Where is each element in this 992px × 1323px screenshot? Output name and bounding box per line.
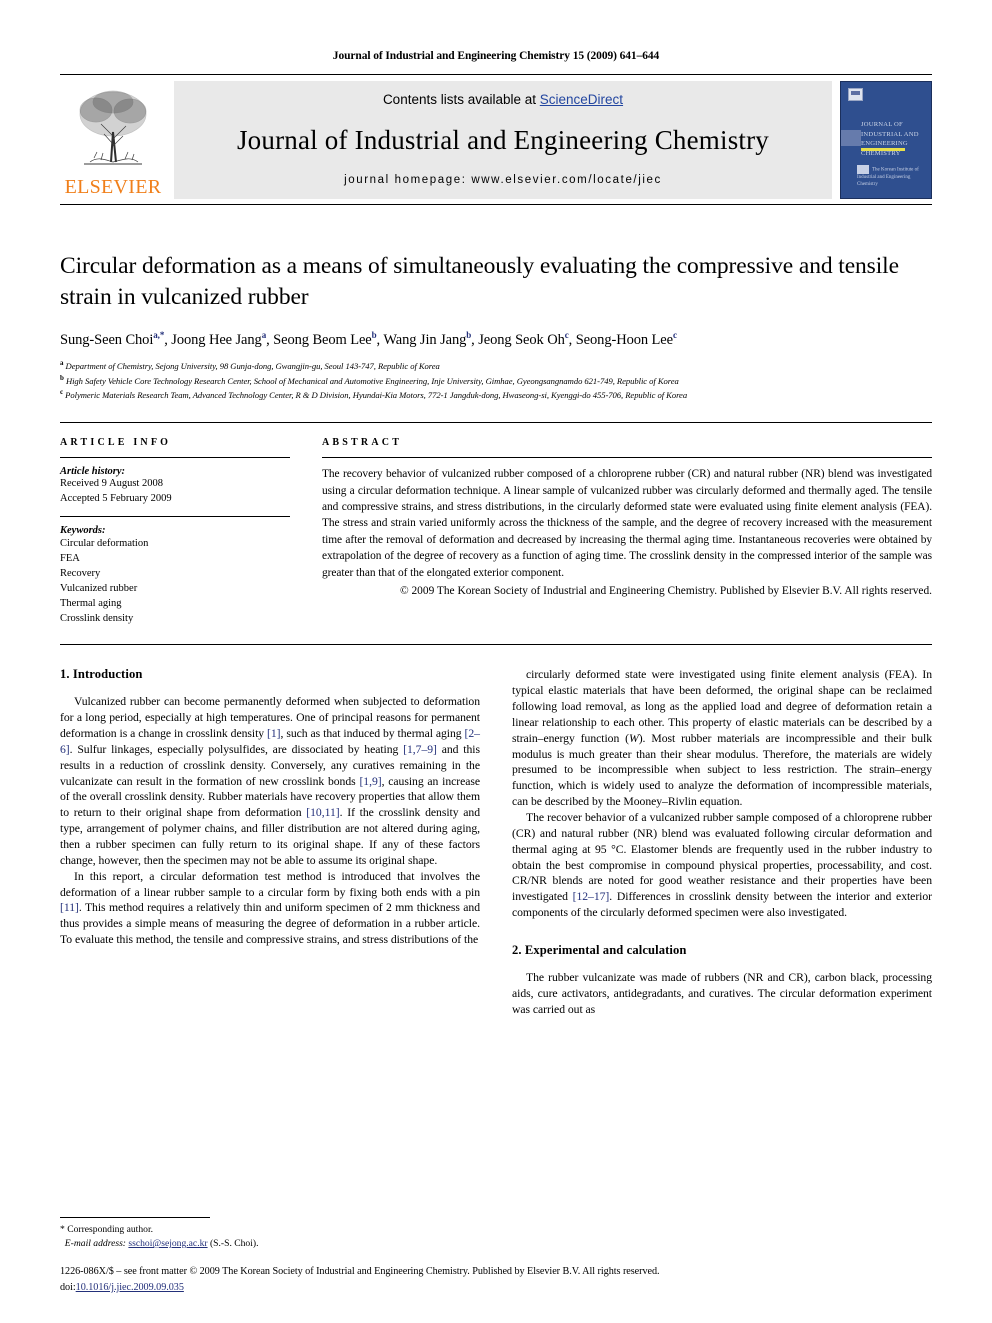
affiliation-item: b High Safety Vehicle Core Technology Re… — [60, 373, 679, 386]
body-paragraph: The rubber vulcanizate was made of rubbe… — [512, 970, 932, 1016]
footnote-rule — [60, 1217, 210, 1219]
body-column-right: circularly deformed state were investiga… — [512, 667, 932, 1017]
author-affiliation-mark: c — [564, 330, 569, 341]
email-link[interactable]: sschoi@sejong.ac.kr — [128, 1238, 207, 1249]
footnote-block: * Corresponding author. E-mail address: … — [60, 1217, 480, 1251]
abstract-text: The recovery behavior of vulcanized rubb… — [322, 468, 932, 579]
keyword-item: FEA — [60, 552, 80, 564]
journal-banner: Contents lists available at ScienceDirec… — [174, 81, 832, 199]
body-paragraph: The recover behavior of a vulcanized rub… — [512, 811, 932, 920]
keywords-label: Keywords: — [60, 524, 106, 536]
body-paragraph: In this report, a circular deformation t… — [60, 869, 480, 947]
email-owner: (S.-S. Choi). — [209, 1238, 259, 1250]
affiliation-mark: c — [60, 388, 64, 397]
article-info-column: ARTICLE INFO Article history: Received 9… — [60, 437, 312, 626]
abstract-column: ABSTRACT The recovery behavior of vulcan… — [312, 437, 932, 626]
author-list: Sung-Seen Choia,*, Joong Hee Janga, Seon… — [60, 330, 677, 348]
keywords-rule — [60, 515, 290, 517]
citation-link[interactable]: [1] — [267, 727, 281, 740]
info-abstract-row: ARTICLE INFO Article history: Received 9… — [60, 437, 932, 626]
keyword-item: Crosslink density — [60, 612, 134, 624]
article-info-rule — [60, 457, 290, 459]
article-history-label: Article history: — [60, 466, 126, 478]
header-divider — [60, 74, 932, 75]
section-heading-introduction: 1. Introduction — [60, 667, 143, 682]
doi-line: doi:10.1016/j.jiec.2009.09.035 — [60, 1280, 940, 1295]
cover-society-text: The Korean Institute of Industrial and E… — [857, 165, 923, 188]
author-affiliation-mark: b — [466, 330, 472, 341]
citation-link[interactable]: [11] — [60, 901, 79, 914]
author-name: Jeong Seok Oh — [478, 331, 565, 348]
corresponding-author-line: * Corresponding author. — [60, 1223, 480, 1237]
email-label: E-mail address: — [64, 1238, 126, 1250]
affiliation-list: a Department of Chemistry, Sejong Univer… — [60, 358, 932, 402]
abstract-label: ABSTRACT — [322, 437, 403, 449]
sciencedirect-link[interactable]: ScienceDirect — [540, 92, 623, 107]
cover-logo-icon — [848, 88, 863, 101]
elsevier-logo: ELSEVIER — [60, 81, 166, 199]
issn-copyright-line: 1226-086X/$ – see front matter © 2009 Th… — [60, 1266, 660, 1278]
elsevier-wordmark: ELSEVIER — [64, 176, 162, 198]
journal-homepage[interactable]: journal homepage: www.elsevier.com/locat… — [344, 174, 662, 186]
article-info-label: ARTICLE INFO — [60, 437, 172, 449]
author-affiliation-mark: a — [261, 330, 267, 341]
elsevier-tree-icon — [79, 90, 147, 165]
author-name: Sung-Seen Choi — [60, 331, 154, 348]
citation-link[interactable]: [10,11] — [306, 806, 339, 819]
body-columns: 1. Introduction Vulcanized rubber can be… — [60, 667, 932, 1017]
section-heading-experimental: 2. Experimental and calculation — [512, 942, 687, 957]
affiliation-mark: b — [60, 373, 64, 382]
citation-link[interactable]: [12–17] — [573, 890, 610, 903]
page-footer: 1226-086X/$ – see front matter © 2009 Th… — [60, 1264, 940, 1295]
inline-symbol: W — [629, 731, 639, 745]
cover-accent-rule — [861, 148, 905, 151]
keyword-item: Circular deformation — [60, 537, 149, 549]
body-column-left: 1. Introduction Vulcanized rubber can be… — [60, 667, 480, 1017]
author-affiliation-mark: c — [672, 330, 677, 341]
citation-link[interactable]: [1,7–9] — [403, 743, 437, 756]
corresponding-author-mark: * — [60, 1224, 65, 1236]
journal-masthead: ELSEVIER Contents lists available at Sci… — [60, 81, 932, 199]
body-paragraph: Vulcanized rubber can become permanently… — [60, 695, 480, 867]
body-divider — [60, 644, 932, 646]
cover-side-tab — [841, 130, 861, 146]
contents-prefix: Contents lists available at — [382, 92, 540, 107]
masthead-divider — [60, 204, 932, 205]
citation-link[interactable]: [1,9] — [359, 775, 381, 788]
doi-label: doi: — [60, 1281, 76, 1293]
contents-available-line: Contents lists available at ScienceDirec… — [383, 92, 623, 107]
affiliation-mark: a — [60, 358, 64, 367]
page-title: Circular deformation as a means of simul… — [60, 253, 899, 310]
keyword-item: Vulcanized rubber — [60, 582, 138, 594]
running-head: Journal of Industrial and Engineering Ch… — [332, 50, 660, 62]
right-column-paragraphs: circularly deformed state were investiga… — [512, 667, 932, 1017]
body-paragraph: circularly deformed state were investiga… — [512, 668, 932, 809]
affiliation-item: c Polymeric Materials Research Team, Adv… — [60, 388, 688, 401]
author-affiliation-mark: a,* — [153, 330, 165, 341]
corresponding-author-label: Corresponding author. — [67, 1224, 154, 1236]
author-affiliation-mark: b — [371, 330, 377, 341]
affiliation-item: a Department of Chemistry, Sejong Univer… — [60, 358, 440, 371]
article-history-item: Accepted 5 February 2009 — [60, 493, 172, 505]
info-divider — [60, 422, 932, 424]
author-name: Joong Hee Jang — [171, 331, 262, 348]
cover-title-text: JOURNAL OF INDUSTRIAL AND ENGINEERING CH… — [861, 121, 919, 157]
author-name: Wang Jin Jang — [383, 331, 467, 348]
left-column-paragraphs: Vulcanized rubber can become permanently… — [60, 694, 480, 948]
article-history-lines: Received 9 August 2008 Accepted 5 Februar… — [60, 477, 290, 507]
doi-link[interactable]: 10.1016/j.jiec.2009.09.035 — [76, 1282, 184, 1293]
paper-page: Journal of Industrial and Engineering Ch… — [0, 0, 992, 1323]
email-line: E-mail address: sschoi@sejong.ac.kr (S.-… — [60, 1237, 480, 1251]
article-history-item: Received 9 August 2008 — [60, 478, 163, 490]
abstract-copyright: © 2009 The Korean Society of Industrial … — [399, 585, 932, 598]
society-logo-icon — [857, 165, 869, 174]
journal-title: Journal of Industrial and Engineering Ch… — [236, 125, 770, 155]
author-name: Seong-Hoon Lee — [575, 331, 673, 348]
keyword-item: Recovery — [60, 567, 101, 579]
keyword-list: Circular deformation FEA Recovery Vulcanize… — [60, 537, 290, 626]
abstract-rule — [322, 457, 932, 459]
keyword-item: Thermal aging — [60, 597, 122, 609]
journal-cover-thumbnail: JOURNAL OF INDUSTRIAL AND ENGINEERING CH… — [840, 81, 932, 199]
author-name: Seong Beom Lee — [273, 331, 372, 348]
